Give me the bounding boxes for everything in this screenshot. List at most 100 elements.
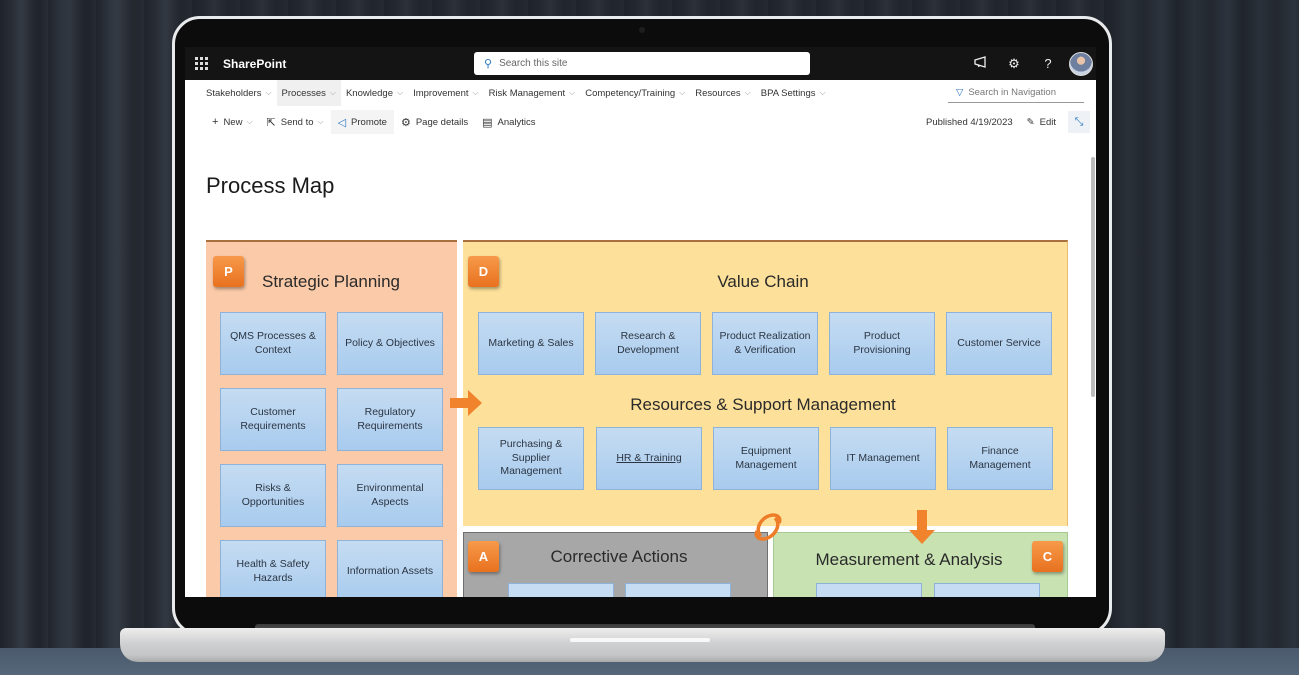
act-badge: A [468,541,499,572]
chevron-down-icon: ⌵ [472,88,479,97]
nav-label: BPA Settings [760,87,816,99]
new-button[interactable]: + New ⌵ [205,110,260,134]
check-badge: C [1032,541,1063,572]
act-section: A Corrective Actions [463,532,768,597]
nav-item-processes[interactable]: Processes ⌵ [276,80,341,106]
camera [639,27,645,33]
sharepoint-page: SharePoint ⚲ Search this site ⚙ ? Stakeh… [185,47,1096,597]
nav-item-resources[interactable]: Resources ⌵ [690,80,756,106]
nav-label: Stakeholders [206,87,262,99]
arrow-down-icon [909,510,935,544]
page-title: Process Map [206,173,335,198]
nav-item-improvement[interactable]: Improvement ⌵ [408,80,484,106]
process-box[interactable]: Purchasing & Supplier Management [478,427,584,490]
pencil-icon: ✎ [1026,116,1035,128]
edit-button[interactable]: ✎ Edit [1027,117,1056,128]
check-title: Measurement & Analysis [815,550,1003,569]
process-box[interactable]: Regulatory Requirements [337,388,443,451]
command-bar: + New ⌵ ⇱ Send to ⌵ ◁ Promote ⚙ Page details ▤… [185,110,1096,134]
background-panels-right [1110,0,1299,675]
process-box[interactable]: QMS Processes & Context [220,312,326,375]
new-label: New [223,116,243,128]
edit-label: Edit [1039,116,1056,128]
nav-label: Risk Management [488,87,566,99]
analytics-button[interactable]: ▤ Analytics [475,110,542,134]
chevron-down-icon: ⌵ [265,88,272,97]
process-box[interactable]: Marketing & Sales [478,312,584,375]
process-box[interactable]: Health & Safety Hazards [220,540,326,597]
analytics-icon: ▤ [482,116,493,129]
nav-search-placeholder: Search in Navigation [968,87,1056,98]
process-box[interactable]: Customer Service [946,312,1052,375]
nav-label: Resources [695,87,741,99]
send-to-button[interactable]: ⇱ Send to ⌵ [260,110,331,134]
process-box[interactable]: Finance Management [947,427,1053,490]
app-name[interactable]: SharePoint [223,57,286,71]
plan-title: Strategic Planning [262,272,400,291]
share-icon: ⇱ [266,116,276,129]
gear-icon[interactable]: ⚙ [997,56,1031,72]
process-box[interactable]: Customer Requirements [220,388,326,451]
process-box[interactable]: Product Provisioning [829,312,935,375]
chevron-down-icon: ⌵ [679,88,686,97]
filter-icon: ▽ [956,87,964,98]
cycle-arrows-icon [754,513,782,541]
process-box[interactable] [625,583,731,597]
process-box[interactable] [816,583,922,597]
process-box[interactable]: Environmental Aspects [337,464,443,527]
plus-icon: + [212,116,219,128]
search-icon: ⚲ [484,58,493,70]
process-box[interactable]: Risks & Opportunities [220,464,326,527]
chevron-down-icon: ⌵ [744,88,751,97]
published-status: Published 4/19/2023 [926,116,1013,128]
nav-item-bpa-settings[interactable]: BPA Settings ⌵ [756,80,831,106]
support-title: Resources & Support Management [630,395,896,414]
nav-item-risk-management[interactable]: Risk Management ⌵ [484,80,581,106]
plan-badge: P [213,256,244,287]
process-box[interactable]: Research & Development [595,312,701,375]
analytics-label: Analytics [497,116,536,128]
help-icon[interactable]: ? [1031,56,1065,71]
nav-label: Knowledge [345,87,393,99]
collapse-icon[interactable]: ⤡ [1068,111,1090,133]
nav-item-stakeholders[interactable]: Stakeholders ⌵ [201,80,277,106]
suite-bar: SharePoint ⚲ Search this site ⚙ ? [185,47,1096,80]
process-box[interactable] [934,583,1040,597]
chevron-down-icon: ⌵ [569,88,576,97]
plan-section: P Strategic Planning QMS Processes & Con… [206,240,457,597]
gear-icon: ⚙ [400,116,411,129]
process-box[interactable]: Equipment Management [713,427,819,490]
act-title: Corrective Actions [550,547,688,566]
process-box[interactable]: Information Assets [337,540,443,597]
chevron-down-icon: ⌵ [246,117,253,126]
page-details-label: Page details [415,116,469,128]
megaphone-icon: ◁ [337,116,347,129]
process-box[interactable]: Product Realization & Verification [712,312,818,375]
chevron-down-icon: ⌵ [819,88,826,97]
hub-navigation: Stakeholders ⌵ Processes ⌵ Knowledge ⌵ Impr… [185,80,1096,106]
page-scrollbar[interactable] [1091,157,1095,397]
site-search-input[interactable]: ⚲ Search this site [474,52,810,75]
app-launcher-button[interactable] [185,47,217,80]
avatar[interactable] [1069,51,1093,76]
megaphone-icon[interactable] [963,56,997,71]
nav-label: Processes [281,87,326,99]
process-box[interactable]: Policy & Objectives [337,312,443,375]
promote-label: Promote [351,116,387,128]
laptop-notch [570,638,710,642]
navigation-search-input[interactable]: ▽ Search in Navigation [948,83,1084,103]
nav-item-knowledge[interactable]: Knowledge ⌵ [341,80,408,106]
nav-item-competency-training[interactable]: Competency/Training ⌵ [580,80,690,106]
laptop-base [120,628,1165,662]
promote-button[interactable]: ◁ Promote [330,110,394,134]
value-chain-title: Value Chain [717,272,809,291]
chevron-down-icon: ⌵ [317,117,324,126]
waffle-icon [194,57,208,70]
process-box[interactable] [508,583,614,597]
do-section: D Value Chain Marketing & Sales Research… [463,240,1068,526]
hr-training-link[interactable]: HR & Training [596,427,702,490]
chevron-down-icon: ⌵ [396,88,404,97]
nav-label: Competency/Training [585,87,676,99]
process-box[interactable]: IT Management [830,427,936,490]
page-details-button[interactable]: ⚙ Page details [394,110,475,134]
